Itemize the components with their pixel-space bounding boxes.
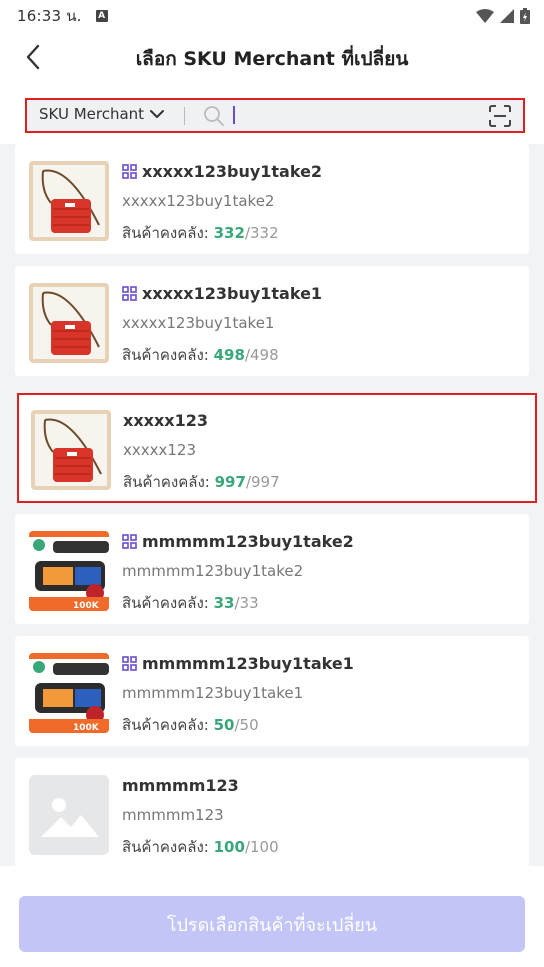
image-placeholder-icon bbox=[29, 775, 109, 855]
sku-list: xxxxx123buy1take2 xxxxx123buy1take2 สินค… bbox=[0, 144, 544, 866]
stock-total: /33 bbox=[234, 594, 259, 612]
stock-total: /498 bbox=[244, 346, 279, 364]
footer: โปรดเลือกสินค้าที่จะเปลี่ยน bbox=[0, 866, 544, 967]
chevron-down-icon bbox=[150, 110, 165, 118]
sku-list-item[interactable]: xxxxx123buy1take1 xxxxx123buy1take1 สินค… bbox=[15, 266, 529, 376]
sku-list-item[interactable]: 100K mmmmm123buy1take2 mmmmm123buy1take2… bbox=[15, 514, 529, 624]
search-type-label: SKU Merchant bbox=[39, 105, 145, 123]
sku-list-item[interactable]: xxxxx123 xxxxx123 สินค้าคงคลัง: 997/997 bbox=[17, 393, 537, 503]
bundle-icon bbox=[122, 534, 137, 549]
stock-info: สินค้าคงคลัง: 50/50 bbox=[122, 713, 259, 737]
sku-name-text: xxxxx123buy1take2 bbox=[142, 162, 323, 181]
sku-name: mmmmm123buy1take1 bbox=[122, 654, 354, 673]
product-thumbnail bbox=[31, 410, 111, 490]
stock-label: สินค้าคงคลัง: bbox=[122, 346, 209, 364]
header: เลือก SKU Merchant ที่เปลี่ยน bbox=[0, 32, 544, 88]
sku-name: xxxxx123buy1take2 bbox=[122, 162, 322, 181]
svg-text:100K: 100K bbox=[73, 723, 100, 733]
stock-label: สินค้าคงคลัง: bbox=[122, 224, 209, 242]
sku-name-text: mmmmm123buy1take1 bbox=[142, 654, 354, 673]
stock-info: สินค้าคงคลัง: 997/997 bbox=[123, 470, 280, 494]
sku-name: mmmmm123 bbox=[122, 776, 239, 795]
sku-subtitle: xxxxx123 bbox=[123, 441, 197, 459]
stock-total: /50 bbox=[234, 716, 259, 734]
stock-label: สินค้าคงคลัง: bbox=[122, 594, 209, 612]
stock-available: 997 bbox=[214, 473, 246, 491]
scan-icon[interactable] bbox=[489, 105, 511, 127]
stock-total: /997 bbox=[245, 473, 280, 491]
sku-name: mmmmm123buy1take2 bbox=[122, 532, 354, 551]
notification-icon: A bbox=[95, 10, 108, 22]
sku-subtitle: mmmmm123buy1take1 bbox=[122, 684, 304, 702]
search-box[interactable]: SKU Merchant bbox=[25, 98, 525, 133]
search-type-dropdown[interactable]: SKU Merchant bbox=[39, 105, 165, 123]
sku-name: xxxxx123buy1take1 bbox=[122, 284, 322, 303]
sku-name-text: xxxxx123 bbox=[123, 411, 208, 430]
sku-name: xxxxx123 bbox=[123, 411, 208, 430]
stock-label: สินค้าคงคลัง: bbox=[123, 473, 210, 491]
status-time: 16:33 น. bbox=[17, 7, 82, 25]
stock-available: 332 bbox=[213, 224, 245, 242]
sku-subtitle: mmmmm123 bbox=[122, 806, 224, 824]
search-input-caret[interactable] bbox=[233, 106, 235, 124]
stock-label: สินค้าคงคลัง: bbox=[122, 838, 209, 856]
search-divider bbox=[184, 107, 185, 125]
sku-name-text: mmmmm123 bbox=[122, 776, 239, 795]
wifi-icon bbox=[476, 9, 494, 23]
search-bar: SKU Merchant bbox=[0, 88, 544, 144]
sku-list-item[interactable]: xxxxx123buy1take2 xxxxx123buy1take2 สินค… bbox=[15, 144, 529, 254]
sku-subtitle: xxxxx123buy1take1 bbox=[122, 314, 275, 332]
stock-available: 33 bbox=[213, 594, 235, 612]
sku-subtitle: mmmmm123buy1take2 bbox=[122, 562, 304, 580]
battery-icon bbox=[520, 8, 530, 24]
confirm-button[interactable]: โปรดเลือกสินค้าที่จะเปลี่ยน bbox=[19, 896, 525, 952]
stock-available: 100 bbox=[213, 838, 245, 856]
bundle-icon bbox=[122, 286, 137, 301]
sku-list-item[interactable]: mmmmm123 mmmmm123 สินค้าคงคลัง: 100/100 bbox=[15, 758, 529, 866]
sku-subtitle: xxxxx123buy1take2 bbox=[122, 192, 275, 210]
bundle-icon bbox=[122, 164, 137, 179]
stock-available: 50 bbox=[213, 716, 235, 734]
product-thumbnail: 100K bbox=[29, 531, 109, 611]
status-bar: 16:33 น. A bbox=[0, 0, 544, 32]
svg-text:100K: 100K bbox=[73, 601, 100, 611]
search-icon bbox=[204, 106, 224, 126]
product-thumbnail bbox=[29, 161, 109, 241]
page-title: เลือก SKU Merchant ที่เปลี่ยน bbox=[135, 48, 409, 70]
sku-name-text: mmmmm123buy1take2 bbox=[142, 532, 354, 551]
bundle-icon bbox=[122, 656, 137, 671]
sku-list-item[interactable]: 100K mmmmm123buy1take1 mmmmm123buy1take1… bbox=[15, 636, 529, 746]
status-icons bbox=[476, 8, 530, 24]
stock-info: สินค้าคงคลัง: 33/33 bbox=[122, 591, 259, 615]
stock-info: สินค้าคงคลัง: 498/498 bbox=[122, 343, 279, 367]
product-thumbnail: 100K bbox=[29, 653, 109, 733]
stock-total: /100 bbox=[244, 838, 279, 856]
stock-total: /332 bbox=[244, 224, 279, 242]
product-thumbnail bbox=[29, 283, 109, 363]
stock-available: 498 bbox=[213, 346, 245, 364]
stock-info: สินค้าคงคลัง: 100/100 bbox=[122, 835, 279, 859]
signal-icon bbox=[500, 9, 514, 23]
sku-name-text: xxxxx123buy1take1 bbox=[142, 284, 323, 303]
stock-label: สินค้าคงคลัง: bbox=[122, 716, 209, 734]
stock-info: สินค้าคงคลัง: 332/332 bbox=[122, 221, 279, 245]
